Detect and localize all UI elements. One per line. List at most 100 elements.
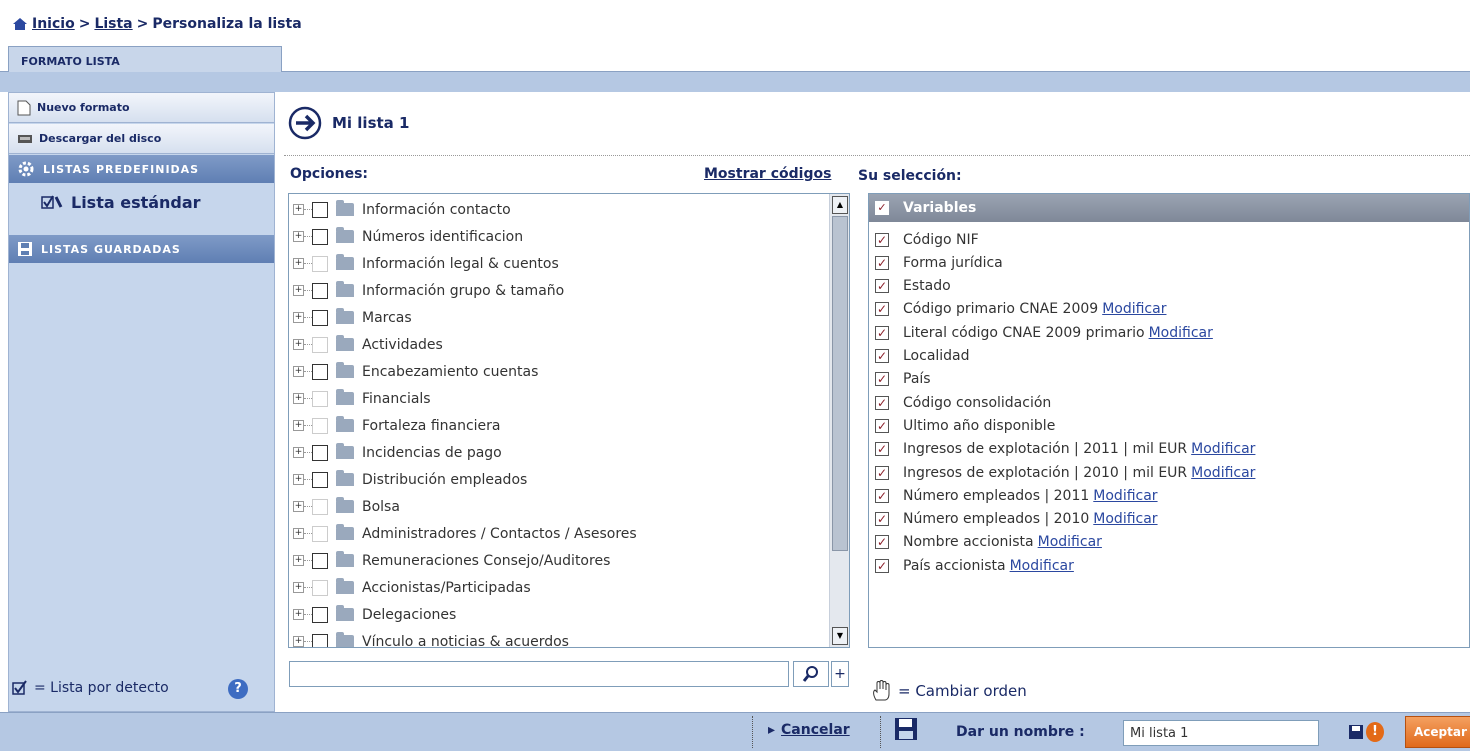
scroll-thumb[interactable] (832, 216, 848, 551)
accept-button[interactable]: Aceptar (1405, 716, 1470, 748)
option-checkbox[interactable] (312, 525, 328, 542)
option-row[interactable]: + Información contacto (289, 196, 511, 223)
selection-checkbox[interactable]: ✓ (875, 302, 889, 317)
scroll-down-button[interactable]: ▼ (832, 627, 848, 645)
expand-icon[interactable]: + (293, 339, 304, 350)
expand-icon[interactable]: + (293, 636, 304, 647)
arrow-right-circle-icon[interactable] (288, 106, 322, 140)
option-checkbox[interactable] (312, 579, 328, 596)
selection-checkbox[interactable]: ✓ (875, 535, 889, 550)
option-checkbox[interactable] (312, 201, 328, 218)
predefined-lists-header[interactable]: LISTAS PREDEFINIDAS (9, 155, 274, 183)
option-row[interactable]: + Incidencias de pago (289, 439, 502, 466)
selection-checkbox[interactable]: ✓ (875, 395, 889, 410)
option-checkbox[interactable] (312, 228, 328, 245)
selection-checkbox[interactable]: ✓ (875, 232, 889, 247)
expand-icon[interactable]: + (293, 285, 304, 296)
select-all-checkbox[interactable]: ✓ (875, 201, 889, 215)
option-checkbox[interactable] (312, 498, 328, 515)
option-row[interactable]: + Financials (289, 385, 431, 412)
modify-link[interactable]: Modificar (1191, 441, 1255, 457)
option-checkbox[interactable] (312, 309, 328, 326)
modify-link[interactable]: Modificar (1093, 488, 1157, 504)
option-row[interactable]: + Información grupo & tamaño (289, 277, 564, 304)
option-checkbox[interactable] (312, 606, 328, 623)
option-row[interactable]: + Bolsa (289, 493, 400, 520)
selection-row[interactable]: ✓ Nombre accionista Modificar (875, 531, 1102, 554)
selection-row[interactable]: ✓ Número empleados | 2011 Modificar (875, 484, 1158, 507)
option-checkbox[interactable] (312, 255, 328, 272)
selection-row[interactable]: ✓ País (875, 368, 931, 391)
selection-checkbox[interactable]: ✓ (875, 372, 889, 387)
selection-checkbox[interactable]: ✓ (875, 349, 889, 363)
expand-icon[interactable]: + (293, 474, 304, 485)
selection-checkbox[interactable]: ✓ (875, 325, 889, 340)
selection-checkbox[interactable]: ✓ (875, 488, 889, 503)
selection-row[interactable]: ✓ Ingresos de explotación | 2011 | mil EU… (875, 438, 1255, 461)
show-codes-link[interactable]: Mostrar códigos (704, 166, 831, 182)
cancel-button[interactable]: ▸ Cancelar (768, 722, 850, 738)
modify-link[interactable]: Modificar (1093, 511, 1157, 527)
save-disk-icon[interactable] (1348, 724, 1364, 740)
selection-row[interactable]: ✓ Literal código CNAE 2009 primario Modifi… (875, 321, 1213, 344)
selection-checkbox[interactable]: ✓ (875, 279, 889, 294)
expand-icon[interactable]: + (293, 258, 304, 269)
option-row[interactable]: + Información legal & cuentos (289, 250, 559, 277)
search-button[interactable] (793, 661, 829, 687)
selection-row[interactable]: ✓ Estado (875, 275, 951, 298)
option-row[interactable]: + Actividades (289, 331, 443, 358)
selection-checkbox[interactable]: ✓ (875, 558, 889, 573)
search-input[interactable] (289, 661, 789, 687)
expand-icon[interactable]: + (293, 528, 304, 539)
option-row[interactable]: + Fortaleza financiera (289, 412, 501, 439)
option-checkbox[interactable] (312, 390, 328, 407)
modify-link[interactable]: Modificar (1102, 301, 1166, 317)
selection-row[interactable]: ✓ Forma jurídica (875, 251, 1003, 274)
expand-icon[interactable]: + (293, 420, 304, 431)
add-option-button[interactable]: + (831, 661, 849, 687)
selection-checkbox[interactable]: ✓ (875, 418, 889, 433)
tab-formato-lista[interactable]: FORMATO LISTA (8, 46, 282, 73)
selection-row[interactable]: ✓ Número empleados | 2010 Modificar (875, 508, 1158, 531)
option-row[interactable]: + Remuneraciones Consejo/Auditores (289, 547, 610, 574)
expand-icon[interactable]: + (293, 366, 304, 377)
selection-checkbox[interactable]: ✓ (875, 465, 889, 480)
new-format-button[interactable]: Nuevo formato (9, 93, 274, 123)
breadcrumb-home-link[interactable]: Inicio (32, 16, 75, 32)
selection-row[interactable]: ✓ Ultimo año disponible (875, 414, 1055, 437)
option-checkbox[interactable] (312, 363, 328, 380)
help-icon[interactable]: ? (228, 679, 248, 699)
option-row[interactable]: + Números identificacion (289, 223, 523, 250)
list-name-input[interactable] (1123, 720, 1319, 746)
selection-row[interactable]: ✓ Código NIF (875, 228, 979, 251)
option-row[interactable]: + Accionistas/Participadas (289, 574, 531, 601)
option-checkbox[interactable] (312, 336, 328, 353)
selection-row[interactable]: ✓ Ingresos de explotación | 2010 | mil EU… (875, 461, 1255, 484)
breadcrumb-list-link[interactable]: Lista (94, 16, 132, 32)
saved-lists-header[interactable]: LISTAS GUARDADAS (9, 235, 274, 263)
expand-icon[interactable]: + (293, 312, 304, 323)
selection-checkbox[interactable]: ✓ (875, 442, 889, 457)
selection-row[interactable]: ✓ Código primario CNAE 2009 Modificar (875, 298, 1166, 321)
option-row[interactable]: + Distribución empleados (289, 466, 527, 493)
selection-row[interactable]: ✓ Código consolidación (875, 391, 1051, 414)
expand-icon[interactable]: + (293, 555, 304, 566)
selection-checkbox[interactable]: ✓ (875, 512, 889, 527)
selection-row[interactable]: ✓ Localidad (875, 345, 970, 368)
option-checkbox[interactable] (312, 471, 328, 488)
expand-icon[interactable]: + (293, 204, 304, 215)
expand-icon[interactable]: + (293, 609, 304, 620)
option-checkbox[interactable] (312, 633, 328, 647)
option-checkbox[interactable] (312, 444, 328, 461)
options-scrollbar[interactable]: ▲ ▼ (829, 194, 849, 647)
selection-checkbox[interactable]: ✓ (875, 255, 889, 270)
selection-row[interactable]: ✓ País accionista Modificar (875, 554, 1074, 577)
option-row[interactable]: + Delegaciones (289, 601, 456, 628)
modify-link[interactable]: Modificar (1149, 325, 1213, 341)
expand-icon[interactable]: + (293, 447, 304, 458)
modify-link[interactable]: Modificar (1191, 465, 1255, 481)
expand-icon[interactable]: + (293, 501, 304, 512)
option-row[interactable]: + Vínculo a noticias & acuerdos (289, 628, 569, 647)
sidebar-item-standard-list[interactable]: Lista estándar (9, 185, 274, 219)
modify-link[interactable]: Modificar (1010, 558, 1074, 574)
